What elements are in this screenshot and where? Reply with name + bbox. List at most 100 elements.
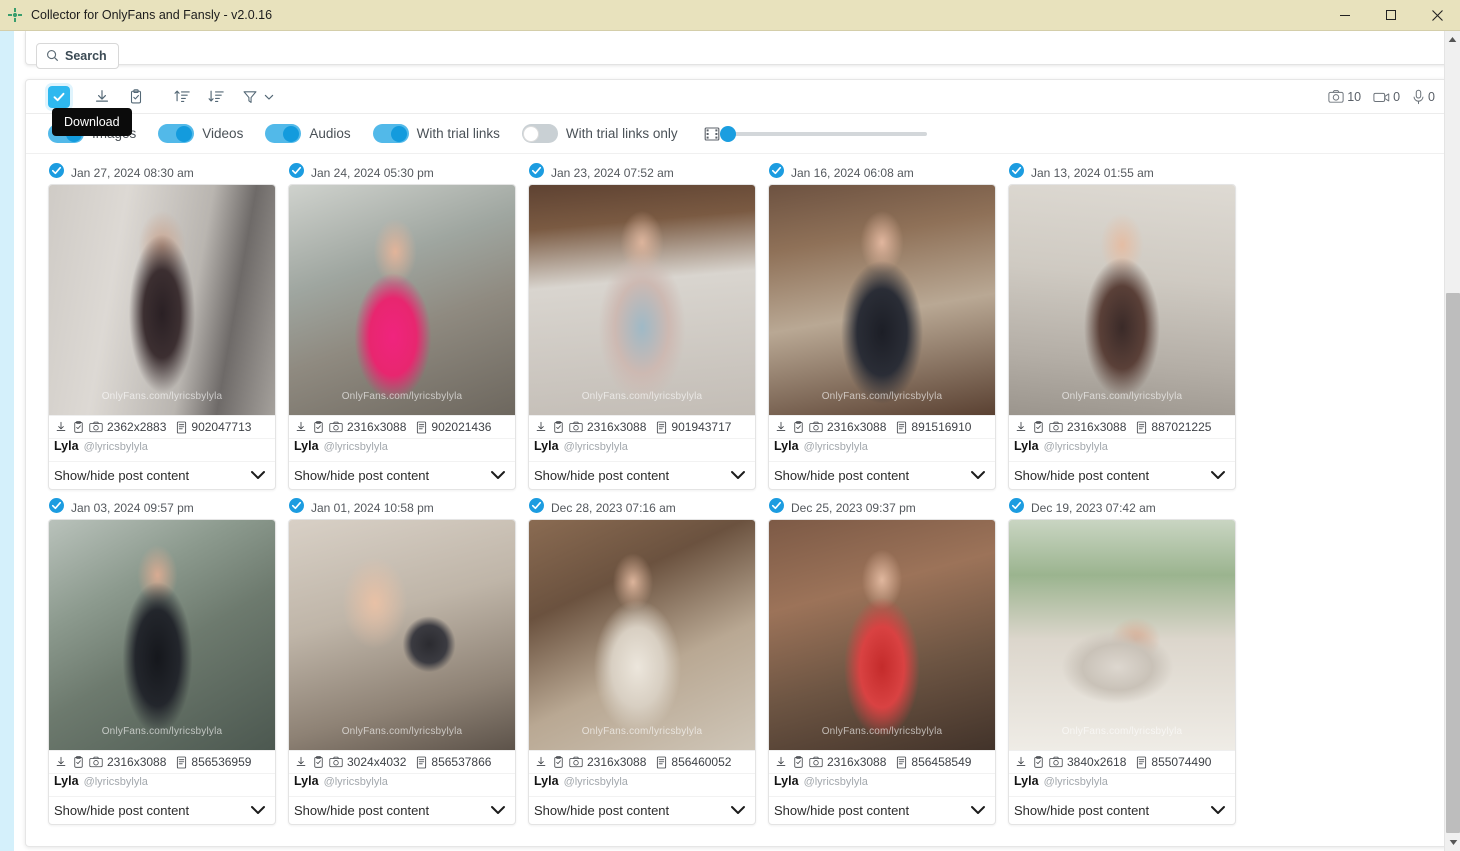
scroll-up-arrow-icon[interactable] — [1445, 31, 1460, 48]
post-download-button[interactable] — [1014, 755, 1028, 769]
window-maximize-button[interactable] — [1368, 0, 1414, 31]
post-show-hide-toggle[interactable]: Show/hide post content — [529, 796, 755, 824]
post-show-hide-toggle[interactable]: Show/hide post content — [769, 796, 995, 824]
post-show-hide-toggle[interactable]: Show/hide post content — [289, 796, 515, 824]
post-download-button[interactable] — [774, 755, 788, 769]
post-media-type-icon — [809, 421, 823, 433]
chevron-down-icon[interactable] — [1210, 803, 1226, 818]
post-thumbnail[interactable]: OnlyFans.com/lyricsbylyla — [769, 520, 995, 750]
toggle-audios-switch[interactable] — [265, 124, 302, 143]
post-copy-button[interactable] — [552, 420, 565, 434]
post-card[interactable]: Dec 25, 2023 09:37 pm OnlyFans.com/lyrics… — [768, 497, 996, 825]
post-card[interactable]: Jan 24, 2024 05:30 pm OnlyFans.com/lyrics… — [288, 162, 516, 490]
post-copy-button[interactable] — [312, 420, 325, 434]
post-show-hide-toggle[interactable]: Show/hide post content — [49, 461, 275, 489]
chevron-down-icon[interactable] — [490, 803, 506, 818]
post-card[interactable]: Dec 28, 2023 07:16 am OnlyFans.com/lyrics… — [528, 497, 756, 825]
post-select-checkbox[interactable] — [49, 163, 64, 183]
post-download-button[interactable] — [1014, 420, 1028, 434]
post-media-type-icon — [1049, 756, 1063, 768]
post-copy-button[interactable] — [792, 420, 805, 434]
chevron-down-icon[interactable] — [970, 803, 986, 818]
post-card[interactable]: Jan 01, 2024 10:58 pm OnlyFans.com/lyrics… — [288, 497, 516, 825]
toggle-with-trial-links-only[interactable]: With trial links only — [521, 124, 678, 143]
post-copy-button[interactable] — [1032, 420, 1045, 434]
post-thumbnail[interactable]: OnlyFans.com/lyricsbylyla — [49, 520, 275, 750]
post-copy-button[interactable] — [72, 420, 85, 434]
post-card[interactable]: Jan 13, 2024 01:55 am OnlyFans.com/lyrics… — [1008, 162, 1236, 490]
chevron-down-icon[interactable] — [250, 803, 266, 818]
slider-track[interactable] — [719, 125, 927, 142]
post-select-checkbox[interactable] — [289, 163, 304, 183]
post-copy-button[interactable] — [72, 755, 85, 769]
audio-counter: 0 — [1412, 89, 1435, 105]
post-thumbnail[interactable]: OnlyFans.com/lyricsbylyla — [289, 520, 515, 750]
vertical-scrollbar[interactable] — [1444, 31, 1460, 851]
chevron-down-icon[interactable] — [730, 468, 746, 483]
post-copy-button[interactable] — [792, 755, 805, 769]
post-download-button[interactable] — [54, 420, 68, 434]
post-show-hide-toggle[interactable]: Show/hide post content — [1009, 461, 1235, 489]
post-card[interactable]: Jan 23, 2024 07:52 am OnlyFans.com/lyrics… — [528, 162, 756, 490]
window-minimize-button[interactable] — [1322, 0, 1368, 31]
post-show-hide-toggle[interactable]: Show/hide post content — [289, 461, 515, 489]
post-thumbnail[interactable]: OnlyFans.com/lyricsbylyla — [289, 185, 515, 415]
post-copy-button[interactable] — [1032, 755, 1045, 769]
select-all-checkbox[interactable] — [48, 85, 70, 108]
post-thumbnail[interactable]: OnlyFans.com/lyricsbylyla — [529, 185, 755, 415]
post-select-checkbox[interactable] — [1009, 498, 1024, 518]
scroll-down-arrow-icon[interactable] — [1445, 834, 1460, 851]
post-download-button[interactable] — [534, 755, 548, 769]
chevron-down-icon[interactable] — [250, 468, 266, 483]
post-show-hide-toggle[interactable]: Show/hide post content — [529, 461, 755, 489]
scrollbar-thumb[interactable] — [1446, 293, 1460, 833]
toggle-audios[interactable]: Audios — [265, 124, 351, 143]
filter-dropdown-arrow-icon[interactable] — [261, 83, 277, 111]
toggle-with-trial-links-switch[interactable] — [372, 124, 409, 143]
slider-handle[interactable] — [719, 125, 736, 142]
post-show-hide-toggle[interactable]: Show/hide post content — [769, 461, 995, 489]
post-select-checkbox[interactable] — [529, 163, 544, 183]
post-download-button[interactable] — [54, 755, 68, 769]
post-thumbnail[interactable]: OnlyFans.com/lyricsbylyla — [1009, 520, 1235, 750]
download-icon[interactable] — [87, 83, 117, 111]
post-select-checkbox[interactable] — [769, 163, 784, 183]
post-card[interactable]: Jan 03, 2024 09:57 pm OnlyFans.com/lyrics… — [48, 497, 276, 825]
post-select-checkbox[interactable] — [769, 498, 784, 518]
post-select-checkbox[interactable] — [529, 498, 544, 518]
toggle-videos-switch[interactable] — [158, 124, 195, 143]
sort-descending-icon[interactable] — [201, 83, 231, 111]
toggle-videos[interactable]: Videos — [158, 124, 243, 143]
post-download-button[interactable] — [294, 755, 308, 769]
post-select-checkbox[interactable] — [49, 498, 64, 518]
chevron-down-icon[interactable] — [970, 468, 986, 483]
post-thumbnail[interactable]: OnlyFans.com/lyricsbylyla — [529, 520, 755, 750]
chevron-down-icon[interactable] — [730, 803, 746, 818]
post-date: Jan 13, 2024 01:55 am — [1031, 166, 1154, 180]
post-download-button[interactable] — [774, 420, 788, 434]
chevron-down-icon[interactable] — [1210, 468, 1226, 483]
post-copy-button[interactable] — [312, 755, 325, 769]
window-close-button[interactable] — [1414, 0, 1460, 31]
clipboard-check-icon[interactable] — [121, 83, 151, 111]
post-copy-button[interactable] — [552, 755, 565, 769]
post-card[interactable]: Jan 16, 2024 06:08 am OnlyFans.com/lyrics… — [768, 162, 996, 490]
video-quality-slider[interactable] — [704, 125, 927, 142]
post-select-checkbox[interactable] — [1009, 163, 1024, 183]
post-media-type-icon — [329, 421, 343, 433]
search-button[interactable]: Search — [36, 42, 119, 69]
post-thumbnail[interactable]: OnlyFans.com/lyricsbylyla — [1009, 185, 1235, 415]
post-select-checkbox[interactable] — [289, 498, 304, 518]
post-thumbnail[interactable]: OnlyFans.com/lyricsbylyla — [769, 185, 995, 415]
post-thumbnail[interactable]: OnlyFans.com/lyricsbylyla — [49, 185, 275, 415]
chevron-down-icon[interactable] — [490, 468, 506, 483]
post-show-hide-toggle[interactable]: Show/hide post content — [49, 796, 275, 824]
toggle-with-trial-links-only-switch[interactable] — [521, 124, 558, 143]
toggle-with-trial-links[interactable]: With trial links — [372, 124, 500, 143]
post-card[interactable]: Jan 27, 2024 08:30 am OnlyFans.com/lyrics… — [48, 162, 276, 490]
sort-ascending-icon[interactable] — [167, 83, 197, 111]
post-download-button[interactable] — [534, 420, 548, 434]
post-download-button[interactable] — [294, 420, 308, 434]
post-show-hide-toggle[interactable]: Show/hide post content — [1009, 796, 1235, 824]
post-card[interactable]: Dec 19, 2023 07:42 am OnlyFans.com/lyrics… — [1008, 497, 1236, 825]
